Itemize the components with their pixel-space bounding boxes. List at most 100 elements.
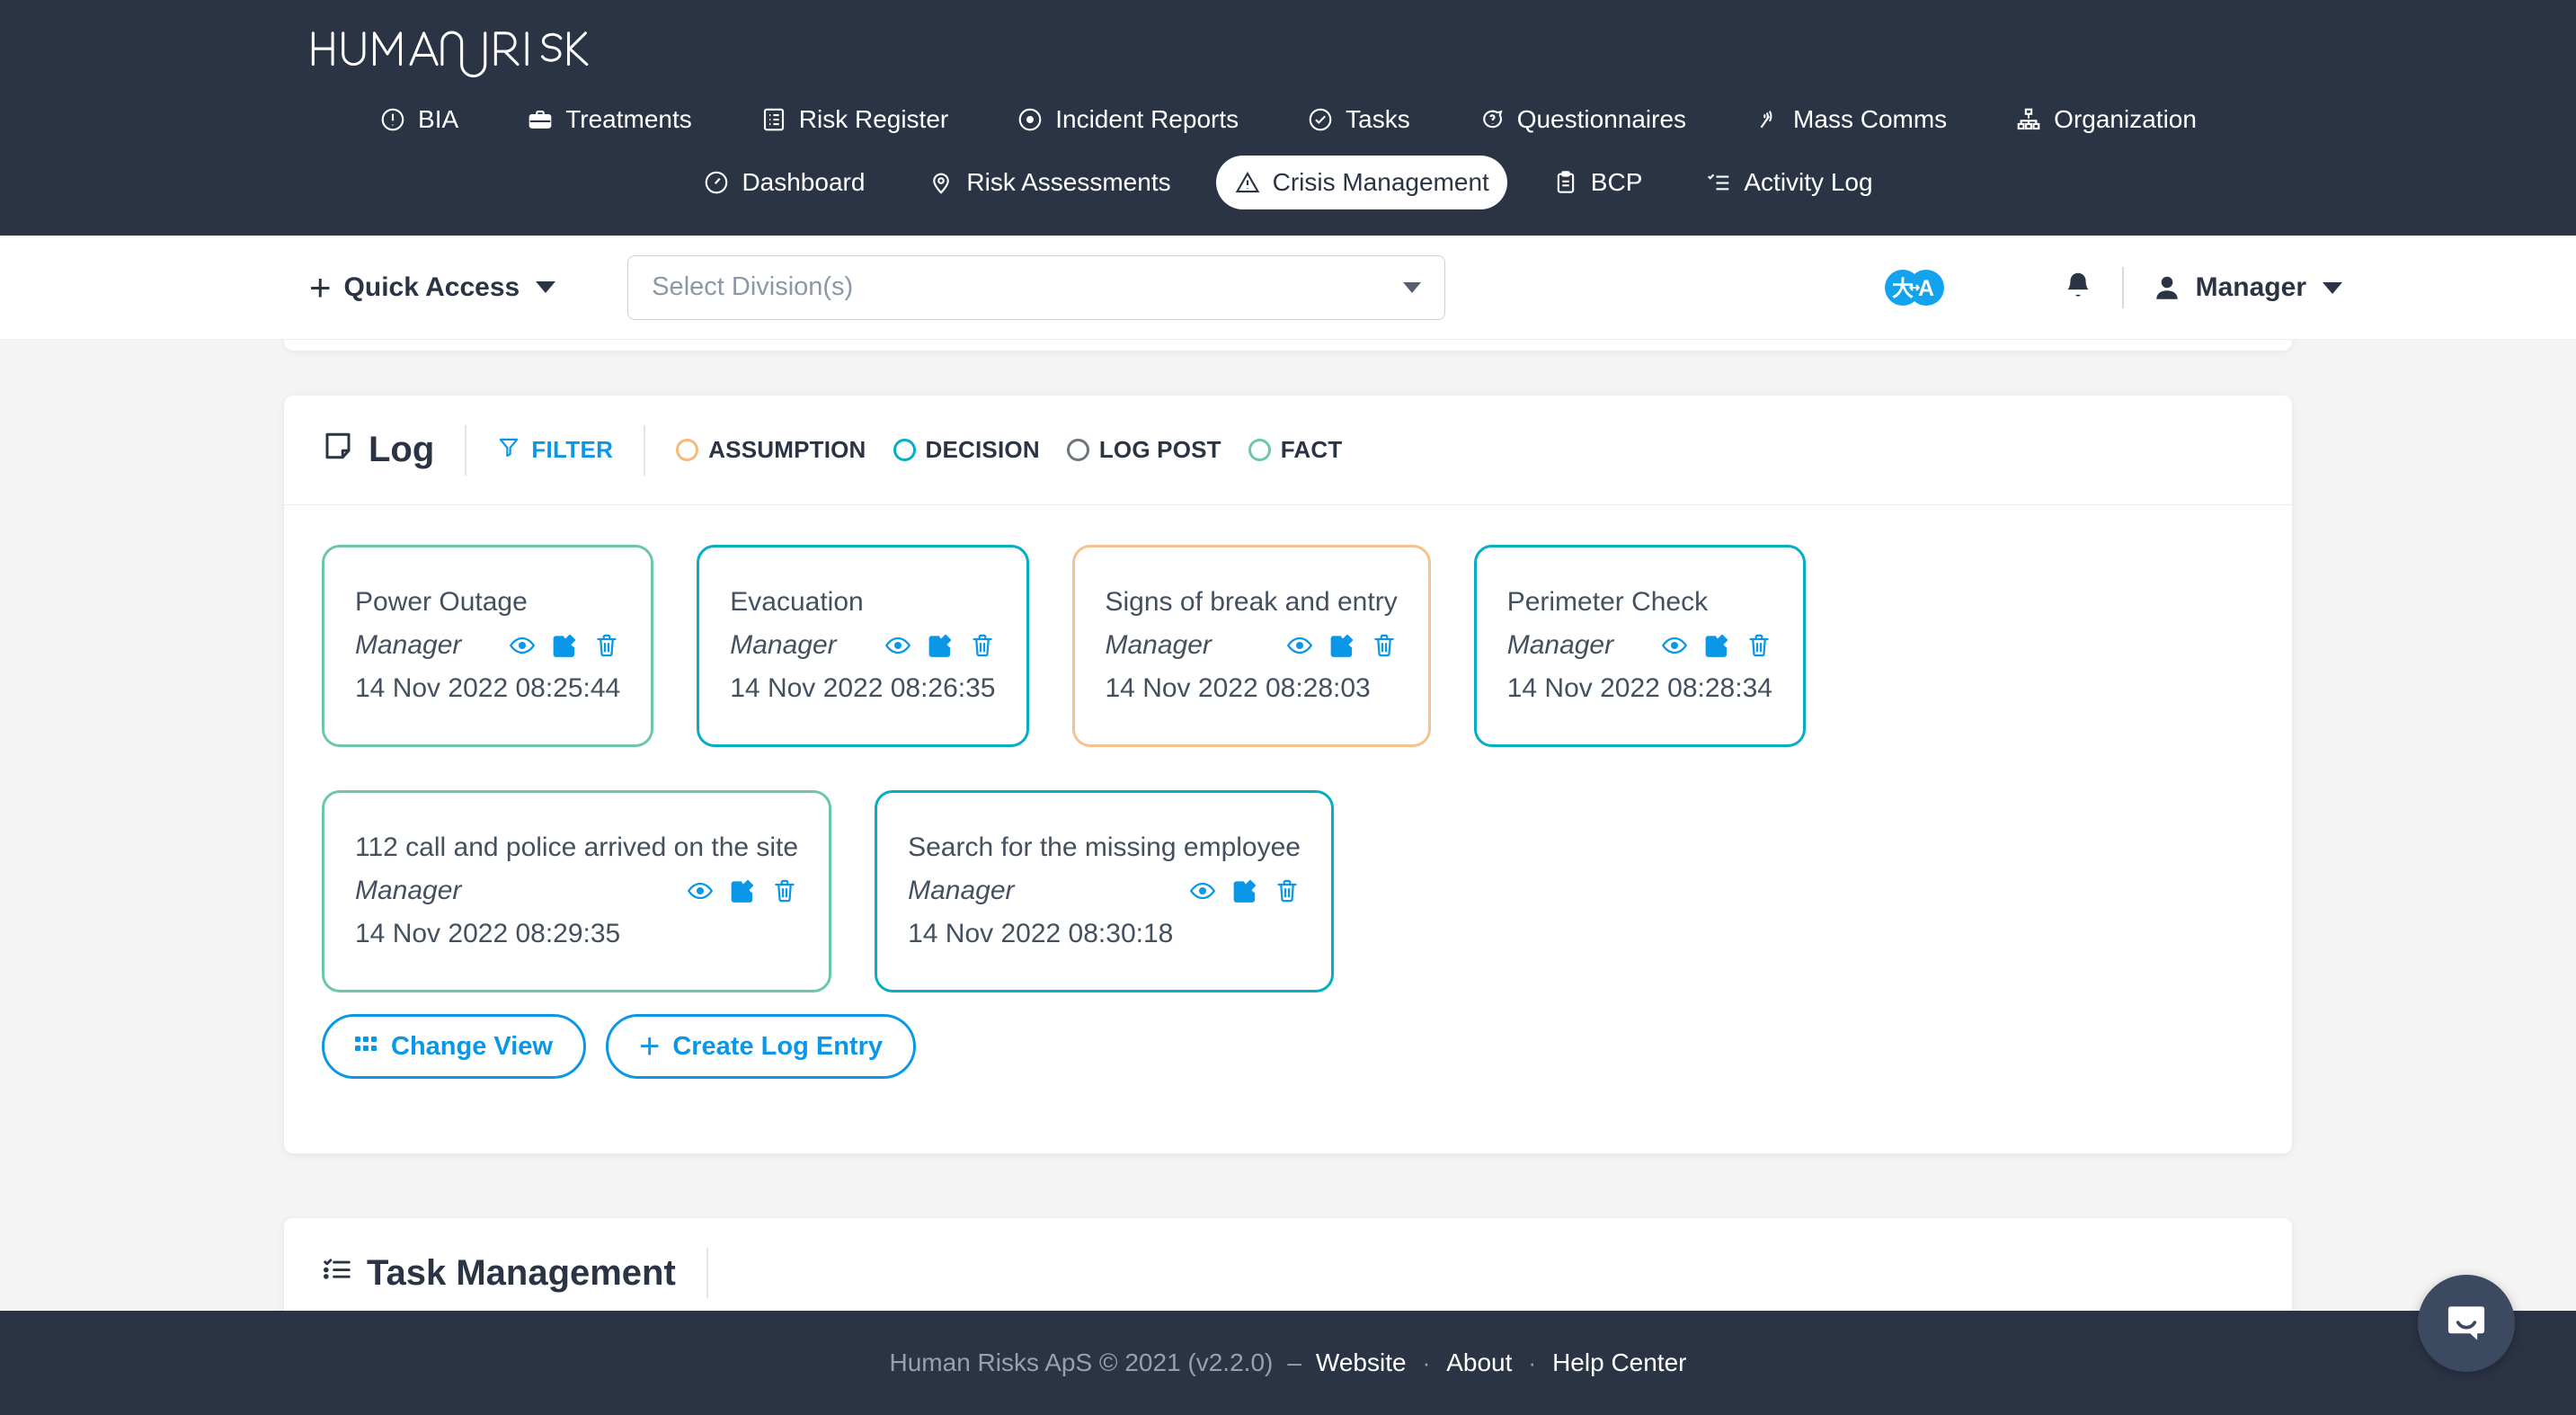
legend-item-assumption[interactable]: ASSUMPTION [676,436,866,464]
legend-label: DECISION [925,436,1040,463]
quick-access-dropdown[interactable]: + Quick Access [309,265,556,308]
nav-item-dashboard[interactable]: Dashboard [685,156,883,209]
translate-toggle[interactable]: 大 A [1884,266,1944,309]
delete-icon[interactable] [593,632,620,659]
task-title-text: Task Management [367,1252,676,1293]
notifications-button[interactable] [2061,268,2095,308]
briefcase-icon [527,106,554,133]
nav-item-activity-log[interactable]: Activity Log [1687,156,1890,209]
log-entry-actions [509,632,620,659]
log-entry-timestamp: 14 Nov 2022 08:29:35 [355,918,621,948]
clipboard-icon [1552,169,1579,196]
filter-button[interactable]: FILTER [497,435,613,465]
toolbar-right-group: 大 A Manager [1884,236,2342,340]
log-entry-author: Manager [908,875,1015,905]
log-entry-meta: Manager [908,876,1301,906]
gauge-icon [703,169,730,196]
log-entry-actions [1661,632,1772,659]
map-pin-icon [928,169,955,196]
previous-card-stub [284,340,2292,351]
delete-icon[interactable] [1745,632,1772,659]
nav-label: Tasks [1346,105,1410,133]
nav-item-organization[interactable]: Organization [1997,93,2215,147]
chevron-down-icon [2323,281,2342,294]
nav-item-crisis-management[interactable]: Crisis Management [1215,156,1507,209]
log-entry-meta: Manager [1507,630,1772,661]
log-entry-card[interactable]: Perimeter Check Manager 14 Nov 2022 08:28:… [1473,545,1806,747]
edit-icon[interactable] [927,632,954,659]
user-menu[interactable]: Manager [2151,271,2342,304]
division-select[interactable]: Select Division(s) [627,254,1446,320]
brand-logo[interactable] [0,20,2576,88]
view-icon[interactable] [509,632,536,659]
view-icon[interactable] [687,877,714,904]
edit-icon[interactable] [1231,877,1258,904]
nav-item-mass-comms[interactable]: Mass Comms [1737,93,1965,147]
edit-icon[interactable] [1703,632,1730,659]
list-book-icon [760,106,787,133]
nav-item-risk-register[interactable]: Risk Register [742,93,966,147]
nav-row-primary: BIA Treatments Risk Register Incident Re… [0,88,2576,151]
footer-link-about[interactable]: About [1446,1348,1512,1377]
log-entry-timestamp: 14 Nov 2022 08:28:03 [1105,672,1371,703]
nav-row-secondary: Dashboard Risk Assessments Crisis Manage… [0,151,2576,214]
delete-icon[interactable] [771,877,798,904]
view-icon[interactable] [1286,632,1313,659]
log-entry-title: Signs of break and entry [1105,586,1398,617]
plus-icon: + [309,265,332,308]
footer-separator: · [1422,1348,1431,1376]
create-log-entry-label: Create Log Entry [672,1031,883,1061]
edit-icon[interactable] [1328,632,1355,659]
nav-item-questionnaires[interactable]: Questionnaires [1461,93,1704,147]
view-icon[interactable] [1661,632,1688,659]
log-entry-author: Manager [730,629,837,660]
log-entry-card[interactable]: Signs of break and entry Manager 14 Nov 20… [1071,545,1431,747]
log-entry-author: Manager [355,629,462,660]
chevron-down-icon [1403,281,1422,293]
nav-label: Treatments [565,105,692,133]
delete-icon[interactable] [1371,632,1398,659]
legend-label: LOG POST [1098,436,1221,463]
view-icon[interactable] [1189,877,1216,904]
delete-icon[interactable] [969,632,996,659]
nav-item-incident-reports[interactable]: Incident Reports [999,93,1257,147]
log-entry-timestamp: 14 Nov 2022 08:28:34 [1506,672,1772,703]
edit-icon[interactable] [729,877,756,904]
legend-label: ASSUMPTION [708,436,866,463]
log-entry-card[interactable]: Power Outage Manager 14 Nov 2022 08:25:44 [322,545,654,747]
log-card-actions: Change View + Create Log Entry [284,992,2292,1079]
log-entry-card[interactable]: 112 call and police arrived on the site M… [322,790,832,992]
user-name-label: Manager [2195,272,2306,302]
nav-item-bcp[interactable]: BCP [1534,156,1661,209]
alert-circle-icon [379,106,406,133]
log-entry-actions [884,632,996,659]
human-risks-logo-icon [311,31,589,78]
page-content: Log FILTER ASSUMPTION DECISION LOG POST … [0,340,2576,1415]
nav-item-bia[interactable]: BIA [361,93,476,147]
log-entry-card[interactable]: Search for the missing employee Manager 14… [875,790,1334,992]
plus-icon: + [638,1027,661,1066]
nav-label: Activity Log [1744,168,1873,196]
delete-icon[interactable] [1274,877,1301,904]
nav-label: Organization [2054,105,2197,133]
change-view-button[interactable]: Change View [322,1014,586,1079]
legend-item-fact[interactable]: FACT [1248,436,1343,464]
nav-item-treatments[interactable]: Treatments [509,93,710,147]
division-placeholder: Select Division(s) [652,272,854,301]
legend-item-decision[interactable]: DECISION [893,436,1040,464]
footer-link-website[interactable]: Website [1316,1348,1407,1377]
log-entry-card[interactable]: Evacuation Manager 14 Nov 2022 08:26:35 [697,545,1029,747]
log-entry-title: 112 call and police arrived on the site [355,832,799,862]
nav-label: Mass Comms [1793,105,1948,133]
intercom-messenger-launcher[interactable] [2418,1275,2515,1372]
footer-link-help-center[interactable]: Help Center [1552,1348,1686,1377]
view-icon[interactable] [884,632,911,659]
type-dot-decision [893,439,916,461]
nav-item-risk-assessments[interactable]: Risk Assessments [910,156,1188,209]
edit-icon[interactable] [551,632,578,659]
create-log-entry-button[interactable]: + Create Log Entry [605,1014,916,1079]
nav-item-tasks[interactable]: Tasks [1289,93,1428,147]
legend-item-log-post[interactable]: LOG POST [1066,436,1221,464]
translate-icon: 大 A [1884,270,1944,306]
nav-label: Risk Register [798,105,949,133]
